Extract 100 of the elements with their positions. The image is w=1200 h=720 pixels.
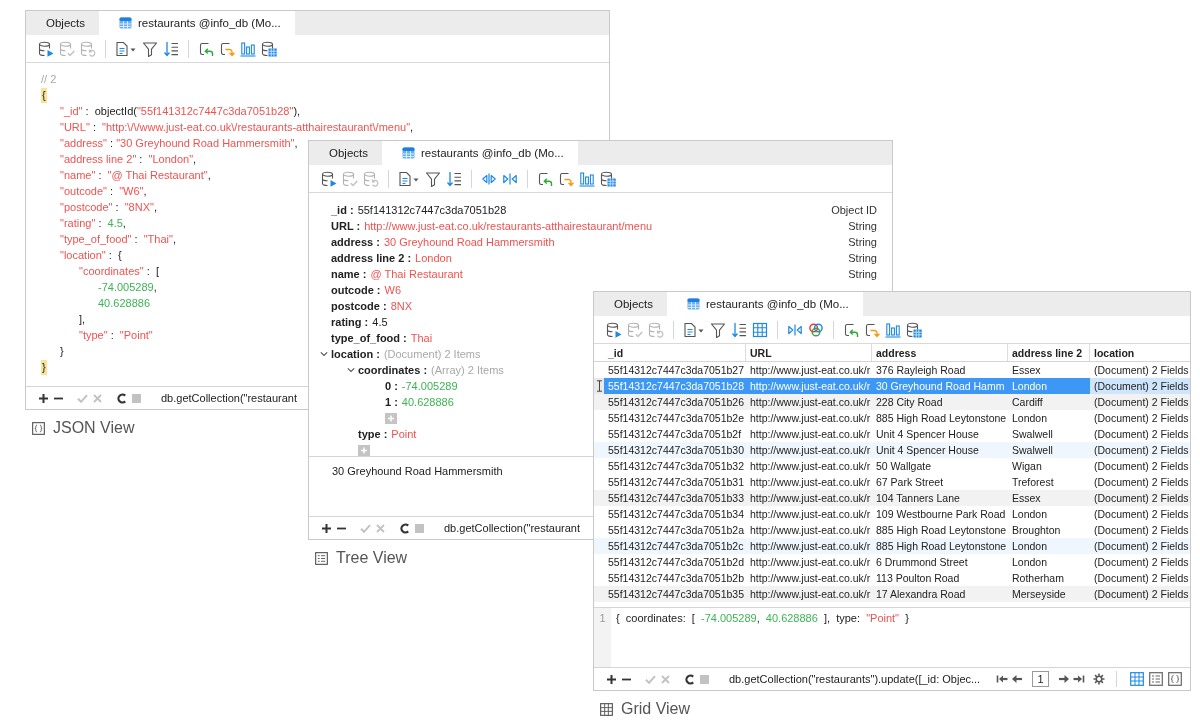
database-play-icon[interactable] xyxy=(606,321,622,338)
brace: { xyxy=(41,88,47,103)
table-row[interactable]: 55f14312c7447c3da7051b30 http://www.just-eat.co.uk/r Unit 4 Spencer House Swalwell (Document) 2 Fields xyxy=(594,442,1190,458)
undo-arrow-icon[interactable] xyxy=(198,40,214,57)
table-cell-text: http://www.just-eat.co.uk/r xyxy=(749,523,872,538)
bar-chart-icon[interactable] xyxy=(240,40,256,57)
table-row[interactable]: 55f14312c7447c3da7051b26 http://www.just-eat.co.uk/r 228 City Road Cardiff (Document) 2 Fields xyxy=(594,394,1190,410)
settings-icon[interactable] xyxy=(1093,673,1105,685)
table-cell-text: Swalwell xyxy=(1011,443,1054,458)
plus-icon[interactable] xyxy=(606,673,617,685)
table-cell-text: http://www.just-eat.co.uk/r xyxy=(749,555,872,570)
document-dropdown-icon[interactable] xyxy=(683,321,705,338)
database-table-icon[interactable] xyxy=(600,170,616,187)
table-cell-text: 55f14312c7447c3da7051b28 xyxy=(607,379,746,394)
column-header[interactable]: URL xyxy=(746,344,872,361)
tab[interactable]: Objects xyxy=(594,292,667,316)
field-name: URL : xyxy=(331,220,361,232)
table-cell-text: (Document) 2 Fields xyxy=(1093,427,1190,442)
preview-text: 30 Greyhound Road Hammersmith xyxy=(332,465,503,477)
chevron-down-icon[interactable] xyxy=(347,366,355,374)
field-value: 8NX xyxy=(390,300,413,312)
field-name: type_of_food : xyxy=(331,332,407,344)
undo-arrow-icon[interactable] xyxy=(843,321,859,338)
grid-icon[interactable] xyxy=(1130,672,1144,686)
table-cell-text: London xyxy=(1011,379,1049,394)
undo-arrow-icon[interactable] xyxy=(537,170,553,187)
code-line: { coordinates: [ -74.005289, 40.628886 ], type: "Point" } xyxy=(615,611,909,626)
plus-icon[interactable] xyxy=(38,392,49,404)
refresh-icon[interactable] xyxy=(399,522,410,534)
sort-icon[interactable] xyxy=(446,170,462,187)
code-line: } xyxy=(60,344,64,359)
braces-icon[interactable] xyxy=(1168,672,1182,686)
grid-icon[interactable] xyxy=(752,321,768,338)
code-comment: // 2 xyxy=(41,72,57,87)
filter-icon[interactable] xyxy=(425,170,441,187)
chevron-down-icon[interactable] xyxy=(320,350,328,358)
database-play-icon[interactable] xyxy=(321,170,337,187)
page-field[interactable]: 1 xyxy=(1032,671,1049,687)
column-header[interactable]: address xyxy=(872,344,1008,361)
document-dropdown-icon[interactable] xyxy=(115,40,137,57)
table-row[interactable]: 55f14312c7447c3da7051b33 http://www.just-eat.co.uk/r 104 Tanners Lane Essex (Document) 2 Fields xyxy=(594,490,1190,506)
table-cell-text: (Document) 2 Fields xyxy=(1093,459,1190,474)
database-table-icon[interactable] xyxy=(906,321,922,338)
previous-page-icon[interactable] xyxy=(1011,673,1023,685)
code-line: "URL" : "http:\/\/www.just-eat.co.uk\/restaurants-atthairestaurant\/menu", xyxy=(60,120,414,135)
table-cell-text: 55f14312c7447c3da7051b31 xyxy=(607,475,746,490)
tab[interactable]: Objects xyxy=(26,11,99,35)
table-cell-text: Treforest xyxy=(1011,475,1055,490)
tab[interactable]: Objects xyxy=(309,141,382,165)
field-value: London xyxy=(415,252,452,264)
redo-arrow-icon[interactable] xyxy=(219,40,235,57)
overlapping-rings-icon[interactable] xyxy=(808,321,824,338)
table-cell-text: (Document) 2 Fields xyxy=(1093,443,1190,458)
table-cell-text: 885 High Road Leytonstone xyxy=(875,523,1008,538)
table-row[interactable]: 55f14312c7447c3da7051b35 http://www.just-eat.co.uk/r 17 Alexandra Road Merseyside (Document) 2 Fields xyxy=(594,586,1190,602)
bar-chart-icon[interactable] xyxy=(885,321,901,338)
first-page-icon[interactable] xyxy=(996,673,1008,685)
table-row[interactable]: 55f14312c7447c3da7051b2c http://www.just-eat.co.uk/r 885 High Road Leytonstone London (Document) 2 Fields xyxy=(594,538,1190,554)
refresh-icon[interactable] xyxy=(684,673,695,685)
code-line: "_id" : objectId("55f141312c7447c3da7051b28"), xyxy=(60,104,301,119)
tab[interactable]: restaurants @info_db (Mo... xyxy=(382,141,578,165)
table-cell-text: http://www.just-eat.co.uk/r xyxy=(749,427,872,442)
plus-icon[interactable] xyxy=(321,522,332,534)
table-cell-text: (Document) 2 Fields xyxy=(1093,491,1190,506)
next-page-icon[interactable] xyxy=(1058,673,1070,685)
document-dropdown-icon[interactable] xyxy=(398,170,420,187)
column-header[interactable]: address line 2 xyxy=(1008,344,1090,361)
field-type: String xyxy=(848,220,877,232)
field-type: String xyxy=(848,236,877,248)
table-row[interactable]: 55f14312c7447c3da7051b28 http://www.just-eat.co.uk/r 30 Greyhound Road Hamm London (Document) 2 Fields xyxy=(594,378,1190,394)
list-icon[interactable] xyxy=(1149,672,1163,686)
field-name: 1 : xyxy=(385,396,398,408)
tab[interactable]: restaurants @info_db (Mo... xyxy=(667,292,863,316)
redo-arrow-icon[interactable] xyxy=(558,170,574,187)
code-line: "rating" : 4.5, xyxy=(60,216,126,231)
bar-chart-icon[interactable] xyxy=(579,170,595,187)
column-header[interactable]: location xyxy=(1090,344,1190,361)
table-cell-text: (Document) 2 Fields xyxy=(1093,555,1190,570)
field-value: 55f141312c7447c3da7051b28 xyxy=(357,204,507,216)
table-cell-text: 55f14312c7447c3da7051b2e xyxy=(607,411,746,426)
code-line: "outcode" : "W6", xyxy=(60,184,147,199)
sort-icon[interactable] xyxy=(163,40,179,57)
last-page-icon[interactable] xyxy=(1073,673,1085,685)
table-cell-text: 55f14312c7447c3da7051b26 xyxy=(607,395,746,410)
tab[interactable]: restaurants @info_db (Mo... xyxy=(99,11,295,35)
sort-icon[interactable] xyxy=(731,321,747,338)
table-cell-text: 55f14312c7447c3da7051b2b xyxy=(607,571,746,586)
table-cell-text: 55f14312c7447c3da7051b2d xyxy=(607,555,746,570)
database-table-icon[interactable] xyxy=(261,40,277,57)
redo-arrow-icon[interactable] xyxy=(864,321,880,338)
refresh-icon[interactable] xyxy=(116,392,127,404)
column-header[interactable]: _id xyxy=(604,344,746,361)
table-cell-text: 109 Westbourne Park Road xyxy=(875,507,1007,522)
code-line: "type" : "Point" xyxy=(79,328,153,343)
database-play-icon[interactable] xyxy=(38,40,54,57)
table-cell-text: http://www.just-eat.co.uk/r xyxy=(749,507,872,522)
field-name: coordinates : xyxy=(358,364,428,376)
table-cell-text: http://www.just-eat.co.uk/r xyxy=(749,539,872,554)
filter-icon[interactable] xyxy=(710,321,726,338)
filter-icon[interactable] xyxy=(142,40,158,57)
